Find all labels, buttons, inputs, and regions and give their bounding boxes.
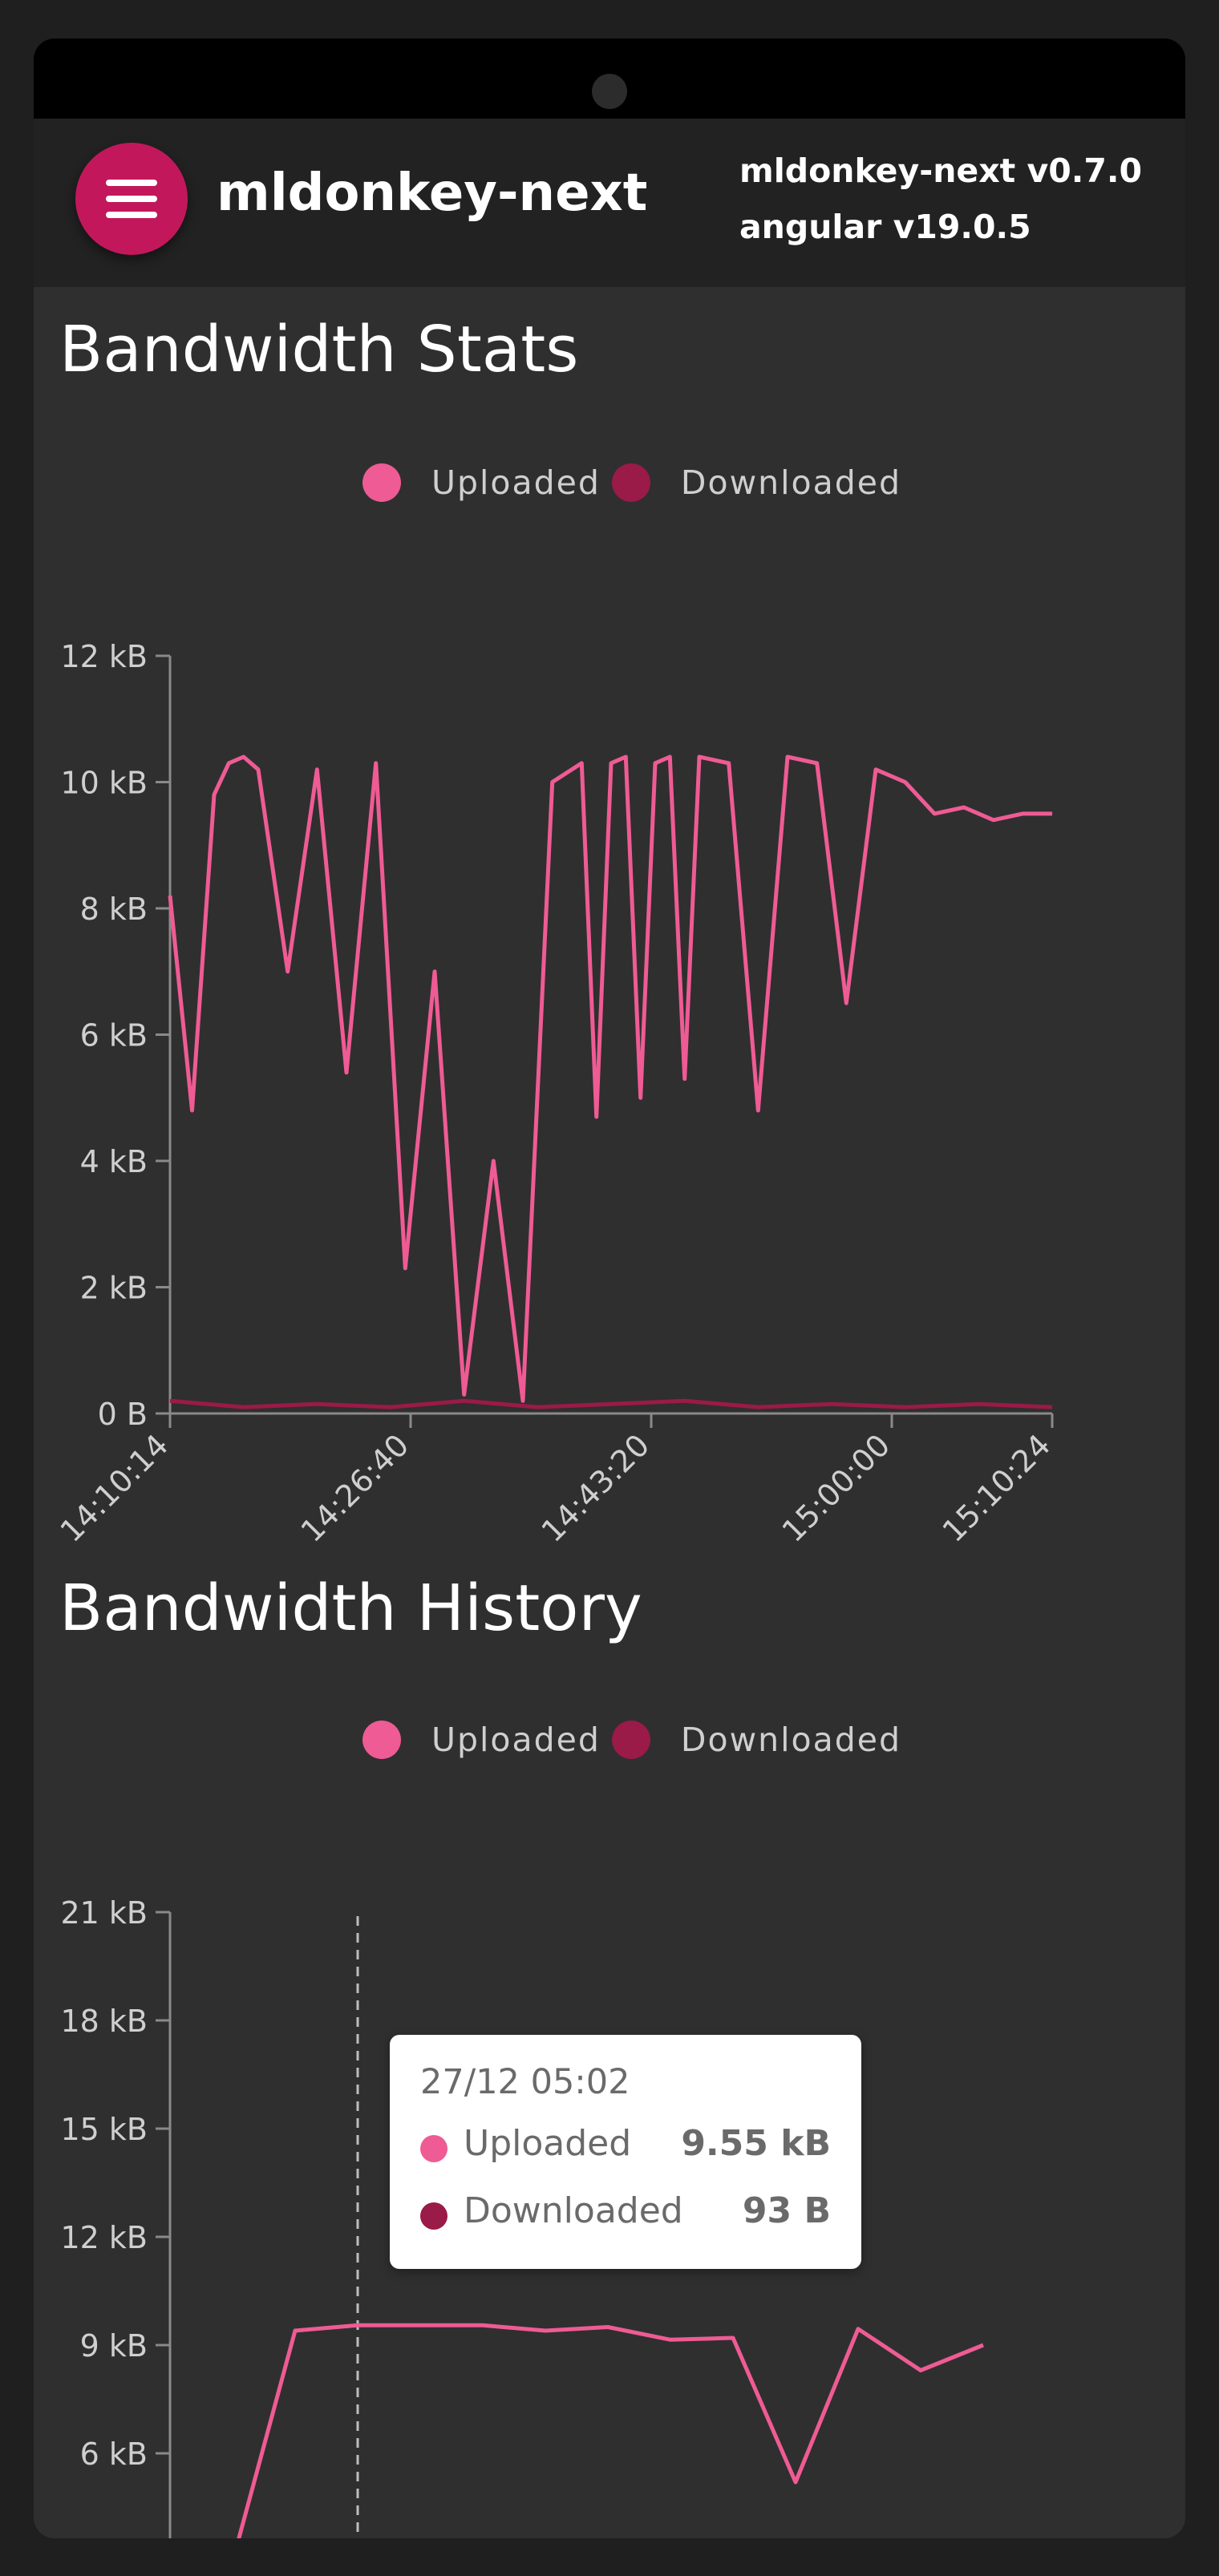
angular-version: angular v19.0.5 (739, 208, 1031, 246)
history-title: Bandwidth History (59, 1571, 642, 1645)
tooltip-uploaded-dot (420, 2135, 448, 2162)
y-tick-label: 10 kB (60, 766, 148, 801)
tooltip-uploaded-label: Uploaded (464, 2123, 632, 2164)
y-tick-label: 9 kB (80, 2328, 148, 2364)
x-tick-label: 15:00:00 (776, 1427, 897, 1549)
series-line-downloaded (169, 1398, 1053, 1409)
legend-uploaded-dot[interactable] (362, 1721, 401, 1759)
legend-downloaded-label[interactable]: Downloaded (681, 463, 901, 502)
stats-title: Bandwidth Stats (59, 313, 579, 386)
app-version: mldonkey-next v0.7.0 (739, 152, 1142, 190)
app-title: mldonkey-next (217, 164, 648, 223)
tooltip-downloaded-dot (420, 2202, 448, 2230)
legend-uploaded-dot[interactable] (362, 463, 401, 502)
y-tick-label: 6 kB (80, 1018, 148, 1053)
x-tick-label: 14:43:20 (535, 1427, 657, 1549)
x-tick-label: 14:10:14 (54, 1427, 176, 1549)
y-tick-label: 21 kB (60, 1895, 148, 1931)
stats-legend: Uploaded Downloaded (362, 459, 901, 507)
history-legend: Uploaded Downloaded (362, 1716, 901, 1764)
version-info: mldonkey-next v0.7.0 angular v19.0.5 (739, 143, 1142, 255)
series-line-uploaded (168, 754, 1052, 1403)
legend-uploaded-label[interactable]: Uploaded (431, 463, 601, 502)
history-tooltip: 27/12 05:02 Uploaded 9.55 kB Downloaded … (390, 2035, 861, 2269)
legend-uploaded-label[interactable]: Uploaded (431, 1721, 601, 1759)
x-tick-label: 14:26:40 (294, 1427, 416, 1549)
tooltip-title: 27/12 05:02 (420, 2062, 630, 2102)
y-tick-label: 15 kB (60, 2112, 148, 2147)
tooltip-uploaded-value: 9.55 kB (681, 2123, 831, 2164)
menu-icon (106, 212, 157, 218)
y-tick-label: 0 B (98, 1397, 148, 1432)
series-line-uploaded (237, 2323, 984, 2538)
x-tick-label: 15:10:24 (936, 1427, 1058, 1549)
status-notch (34, 38, 1185, 119)
menu-button[interactable] (75, 143, 188, 255)
y-tick-label: 18 kB (60, 2004, 148, 2039)
device-frame: mldonkey-next mldonkey-next v0.7.0 angul… (34, 38, 1185, 2538)
y-tick-label: 6 kB (80, 2436, 148, 2472)
tooltip-downloaded-value: 93 B (742, 2190, 831, 2231)
legend-downloaded-label[interactable]: Downloaded (681, 1721, 901, 1759)
stats-chart: 0 B 2 kB 4 kB 6 kB 8 kB 10 kB 12 kB 14:10:14 14:… (54, 639, 1058, 1549)
legend-downloaded-dot[interactable] (611, 463, 650, 502)
y-tick-label: 8 kB (80, 892, 148, 927)
legend-downloaded-dot[interactable] (611, 1721, 650, 1759)
y-tick-label: 2 kB (80, 1271, 148, 1306)
app-toolbar: mldonkey-next mldonkey-next v0.7.0 angul… (34, 119, 1185, 287)
y-tick-label: 12 kB (60, 2220, 148, 2255)
menu-icon (106, 180, 157, 186)
tooltip-downloaded-label: Downloaded (464, 2190, 683, 2231)
camera-dot (592, 74, 627, 109)
menu-icon (106, 196, 157, 202)
y-tick-label: 4 kB (80, 1144, 148, 1179)
y-tick-label: 12 kB (60, 639, 148, 674)
